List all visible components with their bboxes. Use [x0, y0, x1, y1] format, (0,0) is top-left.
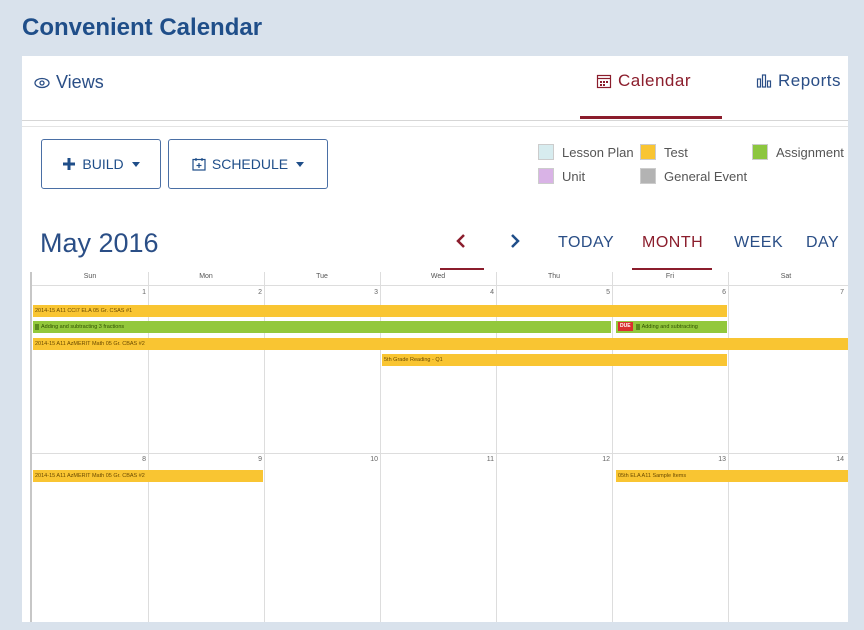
day-number[interactable]: 8 [126, 456, 146, 463]
app-title: Convenient Calendar [22, 14, 263, 41]
event-test[interactable]: 2014-15 A11 CCI7 ELA 05 Gr. CSAS #1 [33, 305, 727, 317]
week-view-button[interactable]: WEEK [734, 234, 783, 252]
views-label: Views [56, 72, 104, 92]
weekday-label: Sat [780, 273, 792, 280]
day-number[interactable]: 6 [706, 289, 726, 296]
divider [22, 120, 848, 121]
build-label: BUILD [82, 156, 124, 172]
day-number[interactable]: 5 [590, 289, 610, 296]
caret-down-icon [296, 161, 305, 167]
tab-calendar[interactable]: Calendar [596, 71, 691, 91]
prev-month-button[interactable] [454, 230, 468, 256]
day-number[interactable]: 4 [474, 289, 494, 296]
prev-active-indicator [440, 268, 484, 270]
weekday-label: Fri [665, 273, 675, 280]
event-test[interactable]: 5th Grade Reading - Q1 [382, 354, 727, 366]
legend-label: Test [664, 144, 688, 160]
day-number[interactable]: 12 [590, 456, 610, 463]
day-number[interactable]: 13 [706, 456, 726, 463]
day-number[interactable]: 11 [474, 456, 494, 463]
legend-swatch [538, 144, 554, 160]
legend-swatch [640, 144, 656, 160]
event-test[interactable]: 2014-15 A11 AzMERIT Math 05 Gr. CBAS #2 [33, 338, 848, 350]
day-number[interactable]: 3 [358, 289, 378, 296]
calendar-icon [596, 74, 612, 89]
month-view-button[interactable]: MONTH [642, 234, 703, 252]
month-grid: Sun Mon Tue Wed Thu Fri Sat 1 2 3 4 5 6 … [32, 272, 848, 622]
caret-down-icon [131, 161, 140, 167]
legend-swatch [640, 168, 656, 184]
legend-swatch [752, 144, 768, 160]
chevron-left-icon [456, 234, 465, 248]
calendar-plus-icon [192, 158, 206, 171]
legend-lesson-plan: Lesson Plan [538, 144, 634, 160]
weekday-label: Wed [430, 273, 446, 280]
legend-test: Test [640, 144, 688, 160]
event-test[interactable]: 2014-15 A11 AzMERIT Math 05 Gr. CBAS #2 [33, 470, 263, 482]
legend-assignment: Assignment [752, 144, 844, 160]
schedule-button[interactable]: SCHEDULE [168, 139, 328, 189]
week-divider [32, 453, 848, 454]
views-menu[interactable]: Views [34, 72, 104, 93]
next-month-button[interactable] [508, 230, 522, 256]
active-tab-indicator [580, 116, 722, 119]
month-active-indicator [632, 268, 712, 270]
day-number[interactable]: 1 [126, 289, 146, 296]
legend-label: Lesson Plan [562, 144, 634, 160]
legend-label: Unit [562, 168, 586, 184]
assignment-icon [635, 323, 640, 330]
legend-general-event: General Event [640, 168, 747, 184]
day-number[interactable]: 9 [242, 456, 262, 463]
bar-chart-icon [756, 74, 772, 88]
assignment-icon [35, 323, 39, 330]
weekday-header: Sun Mon Tue Wed Thu Fri Sat [32, 272, 848, 286]
event-label: Adding and subtracting [641, 324, 698, 330]
today-button[interactable]: TODAY [558, 234, 614, 252]
day-number[interactable]: 14 [824, 456, 844, 463]
tab-reports[interactable]: Reports [756, 71, 841, 91]
event-label: Adding and subtracting 3 fractions [41, 324, 125, 330]
legend-label: Assignment [776, 144, 844, 160]
chevron-right-icon [511, 234, 520, 248]
legend-swatch [538, 168, 554, 184]
tab-calendar-label: Calendar [618, 71, 691, 90]
grid-line [728, 272, 729, 622]
day-view-button[interactable]: DAY [806, 234, 839, 252]
due-badge: DUE [618, 322, 633, 332]
weekday-label: Sun [83, 273, 97, 280]
main-panel: Views Calendar Reports BUILD SCHEDULE Le… [22, 56, 848, 622]
tab-reports-label: Reports [778, 71, 842, 90]
day-number[interactable]: 10 [358, 456, 378, 463]
event-assignment[interactable]: Adding and subtracting 3 fractions [33, 321, 611, 333]
eye-icon [34, 77, 50, 88]
legend-unit: Unit [538, 168, 585, 184]
divider [22, 126, 848, 127]
build-button[interactable]: BUILD [41, 139, 161, 189]
day-number[interactable]: 2 [242, 289, 262, 296]
weekday-label: Tue [316, 273, 328, 280]
legend-label: General Event [664, 168, 748, 184]
day-number[interactable]: 7 [824, 289, 844, 296]
weekday-label: Thu [547, 273, 561, 280]
grid-line [612, 272, 613, 622]
event-test[interactable]: 05th ELA A11 Sample Items [616, 470, 848, 482]
weekday-label: Mon [199, 273, 213, 280]
month-title: May 2016 [40, 228, 159, 258]
plus-icon [63, 158, 76, 170]
schedule-label: SCHEDULE [211, 156, 289, 172]
event-assignment[interactable]: DUE Adding and subtracting [616, 321, 727, 333]
